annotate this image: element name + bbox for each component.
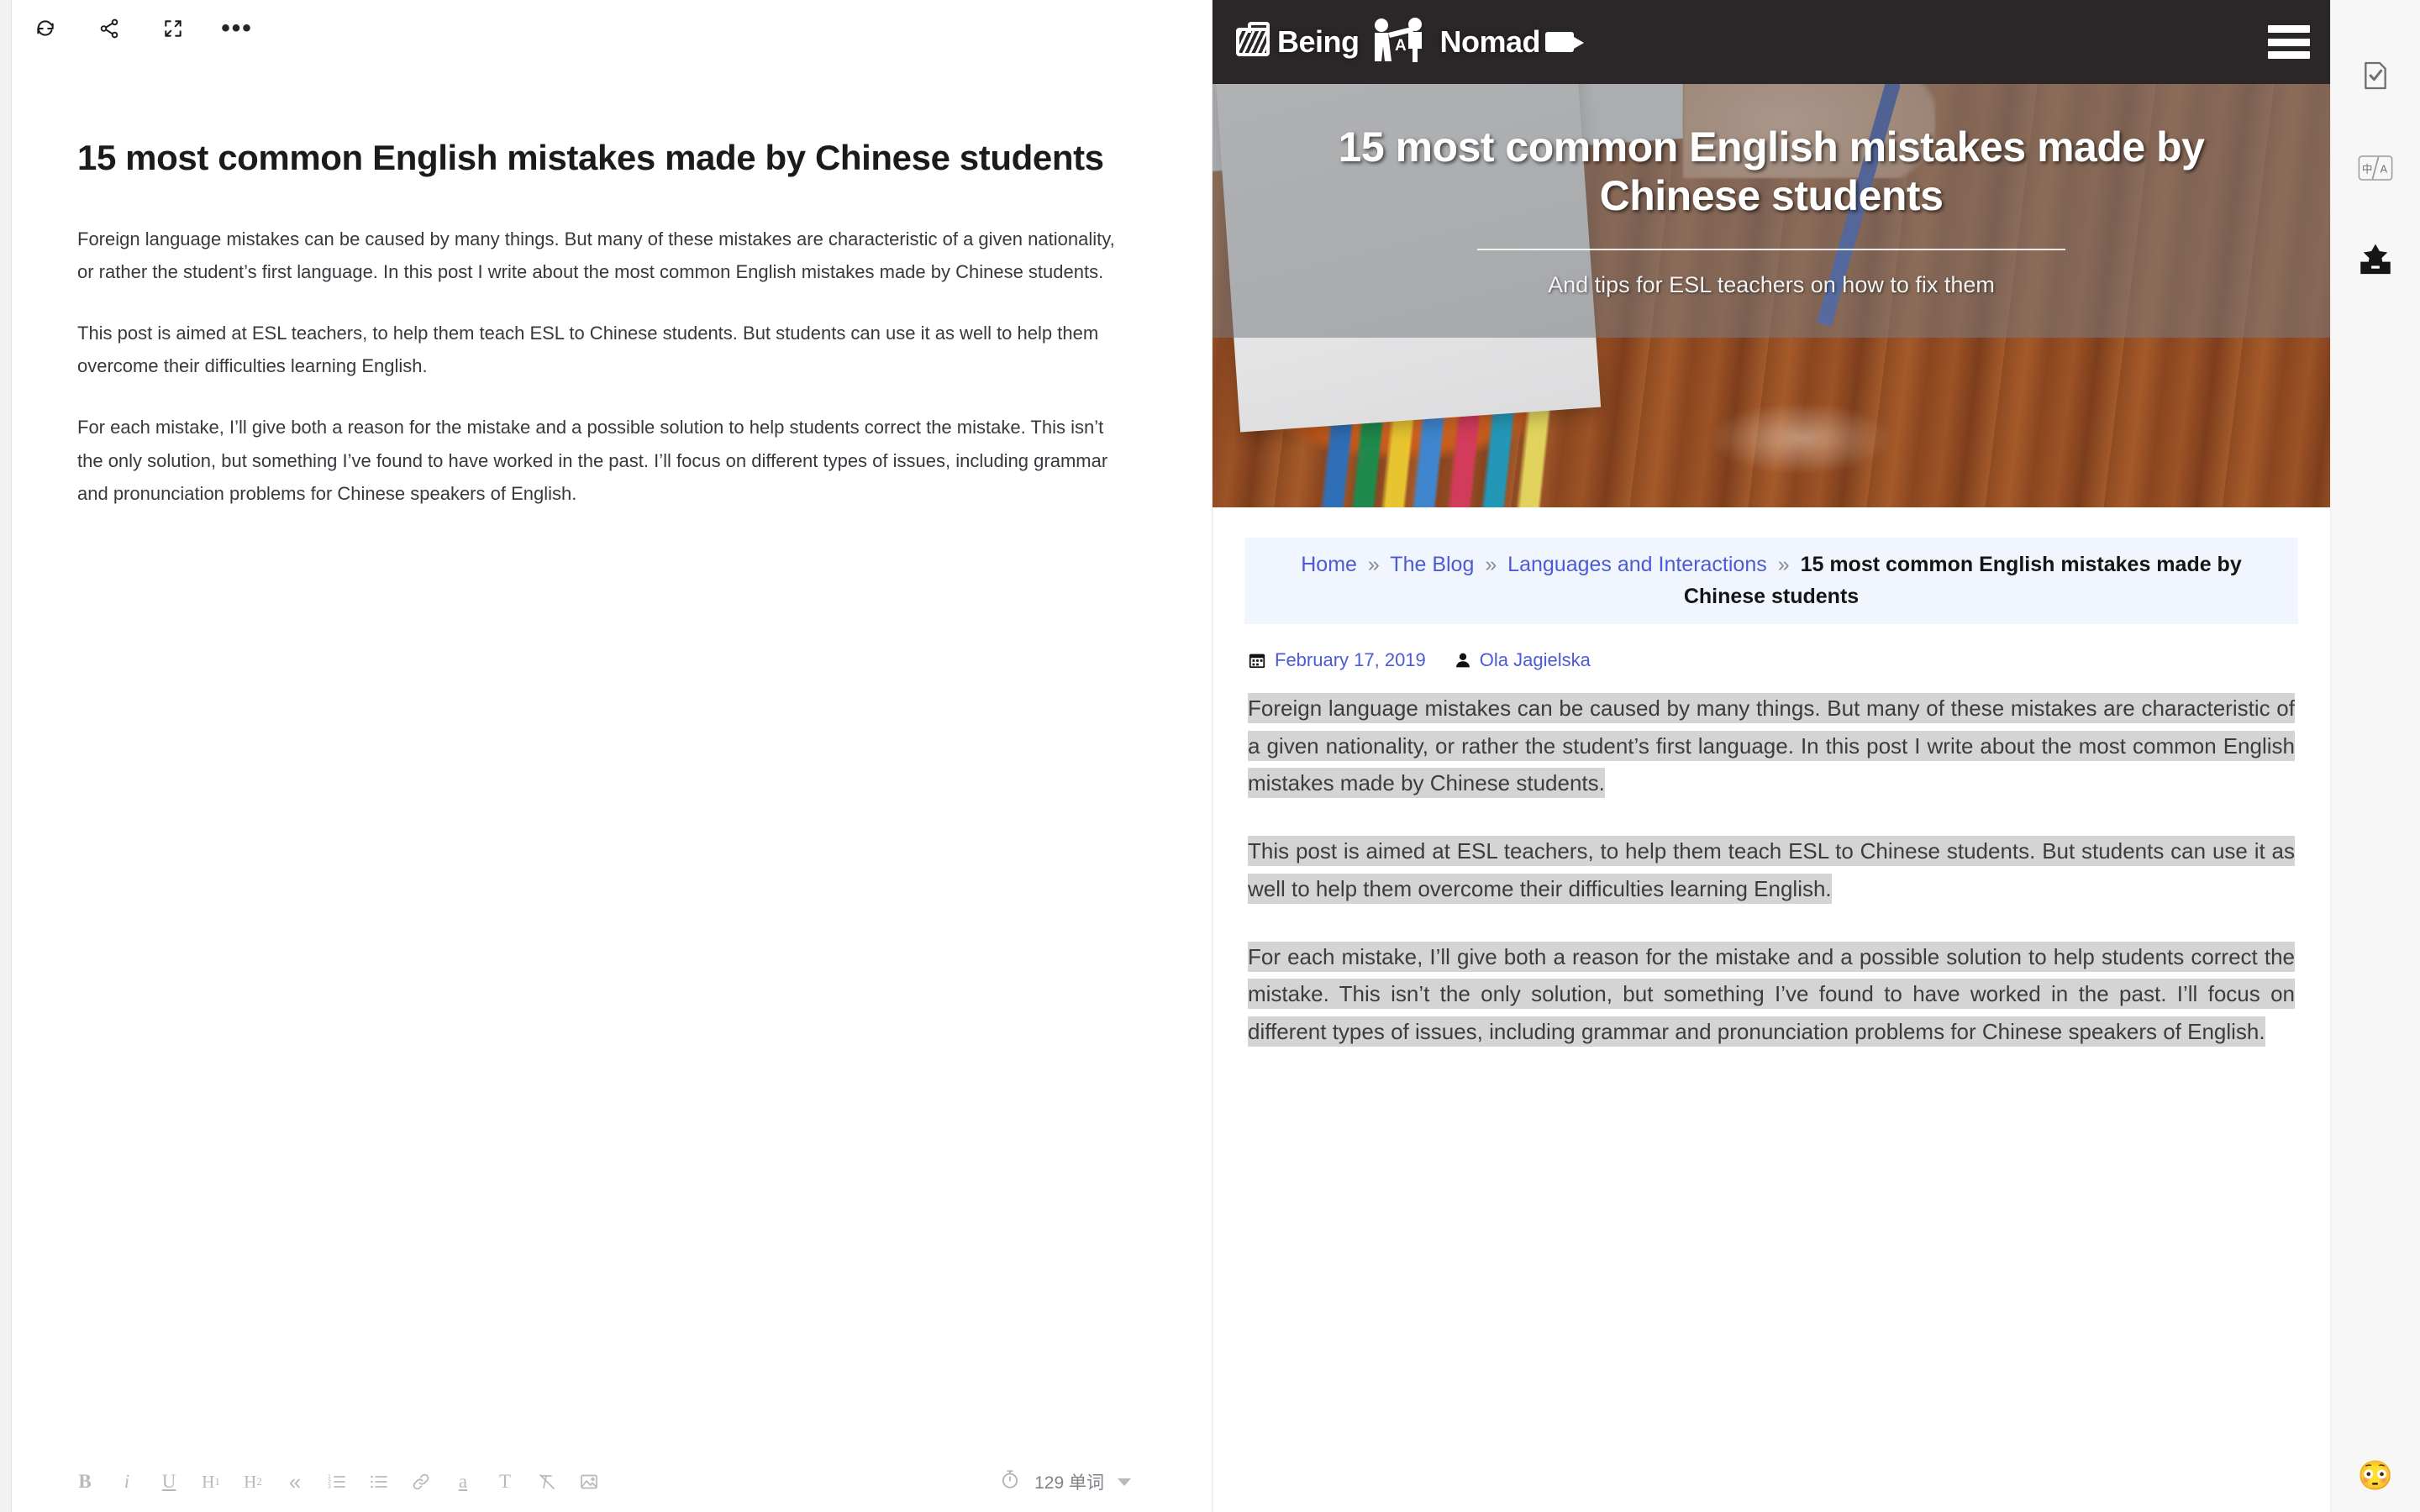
preview-pane: Being A Nomad 15 most common English mis… [1213, 0, 2420, 1512]
highlight-button[interactable]: a [452, 1467, 474, 1497]
hero-divider [1477, 249, 2065, 250]
post-paragraph-text: This post is aimed at ESL teachers, to h… [1248, 836, 2295, 904]
editor-pane: ••• 15 most common English mistakes made… [12, 0, 1213, 1512]
heading-1-button[interactable]: H1 [200, 1467, 222, 1497]
document-paragraph: For each mistake, I’ll give both a reaso… [77, 417, 1108, 504]
fullscreen-icon[interactable] [155, 10, 192, 47]
post-author[interactable]: Ola Jagielska [1480, 649, 1591, 671]
bullet-list-button[interactable] [368, 1467, 390, 1497]
left-edge-rail [0, 0, 12, 1512]
breadcrumb-separator: » [1485, 553, 1497, 576]
bold-button[interactable]: B [74, 1467, 96, 1497]
post-paragraph: This post is aimed at ESL teachers, to h… [1244, 832, 2298, 907]
word-count-status[interactable]: 129 单词 [999, 1468, 1178, 1495]
logo-text-nomad: Nomad [1439, 24, 1541, 59]
suitcase-icon [1236, 22, 1270, 56]
hamburger-menu-icon[interactable] [2268, 25, 2310, 59]
archive-star-icon[interactable] [2352, 237, 2399, 284]
hero-banner: 15 most common English mistakes made by … [1213, 44, 2330, 507]
svg-text:3: 3 [328, 1484, 331, 1490]
text-style-button[interactable]: T [494, 1467, 516, 1497]
author-icon [1455, 651, 1471, 669]
hero-content: 15 most common English mistakes made by … [1213, 84, 2330, 338]
post-paragraph-text: For each mistake, I’ll give both a reaso… [1248, 941, 2295, 1047]
more-options-label: ••• [221, 14, 253, 42]
editor-content[interactable]: 15 most common English mistakes made by … [12, 57, 1212, 1452]
app-root: ••• 15 most common English mistakes made… [0, 0, 2420, 1512]
post-date[interactable]: February 17, 2019 [1275, 649, 1426, 671]
insert-image-icon[interactable] [578, 1467, 600, 1497]
post-paragraph: Foreign language mistakes can be caused … [1244, 690, 2298, 802]
underline-button[interactable]: U [158, 1467, 180, 1497]
site-logo[interactable]: Being A Nomad [1236, 17, 1585, 67]
breadcrumb: Home » The Blog » Languages and Interact… [1244, 538, 2298, 624]
translate-icon[interactable]: 中 A [2352, 144, 2399, 192]
refresh-icon[interactable] [27, 10, 64, 47]
italic-button[interactable]: i [116, 1467, 138, 1497]
people-icon: A [1363, 17, 1437, 67]
breadcrumb-link-category[interactable]: Languages and Interactions [1507, 553, 1767, 576]
breadcrumb-separator: » [1367, 553, 1380, 576]
document-title: 15 most common English mistakes made by … [77, 138, 1104, 177]
logo-tail-icon [1545, 32, 1585, 52]
breadcrumb-current: 15 most common English mistakes made by … [1683, 553, 2242, 608]
svg-text:A: A [2381, 164, 2388, 176]
breadcrumb-link-blog[interactable]: The Blog [1390, 553, 1474, 576]
share-icon[interactable] [91, 10, 128, 47]
heading-2-button[interactable]: H2 [242, 1467, 264, 1497]
editor-toolbar: ••• [12, 0, 1212, 57]
svg-text:中: 中 [2362, 164, 2373, 176]
more-options-icon[interactable]: ••• [218, 10, 255, 47]
link-icon[interactable] [410, 1467, 432, 1497]
format-toolbar: B i U H1 H2 « 1 2 3 a T 129 单词 [12, 1452, 1212, 1512]
post-paragraph: For each mistake, I’ll give both a reaso… [1244, 938, 2298, 1051]
word-count-label: 129 单词 [1034, 1473, 1104, 1493]
format-button-group: B i U H1 H2 « 1 2 3 a T [74, 1467, 600, 1497]
post-meta: February 17, 2019 Ola Jagielska [1244, 649, 2298, 690]
breadcrumb-separator: » [1777, 553, 1790, 576]
logo-text-being: Being [1277, 24, 1360, 59]
right-tool-rail: 中 A 😳 [2330, 0, 2420, 1512]
timer-icon [999, 1468, 1021, 1495]
clear-format-button[interactable] [536, 1467, 558, 1497]
blockquote-button[interactable]: « [284, 1467, 306, 1497]
hero-title: 15 most common English mistakes made by … [1338, 123, 2205, 219]
document-paragraph: Foreign language mistakes can be caused … [77, 228, 1115, 282]
website-view: Being A Nomad 15 most common English mis… [1213, 0, 2330, 1512]
svg-text:A: A [1395, 37, 1407, 55]
document-paragraph: This post is aimed at ESL teachers, to h… [77, 323, 1099, 377]
ordered-list-button[interactable]: 1 2 3 [326, 1467, 348, 1497]
hero-subtitle: And tips for ESL teachers on how to fix … [1548, 272, 1995, 297]
article-body: Home » The Blog » Languages and Interact… [1213, 507, 2330, 1051]
post-paragraph-text: Foreign language mistakes can be caused … [1248, 693, 2295, 799]
breadcrumb-link-home[interactable]: Home [1301, 553, 1357, 576]
calendar-icon [1248, 651, 1266, 669]
site-header: Being A Nomad [1213, 0, 2330, 84]
document-check-icon[interactable] [2352, 52, 2399, 99]
reaction-emoji[interactable]: 😳 [2358, 1462, 2393, 1490]
chevron-down-icon[interactable] [1118, 1478, 1131, 1486]
